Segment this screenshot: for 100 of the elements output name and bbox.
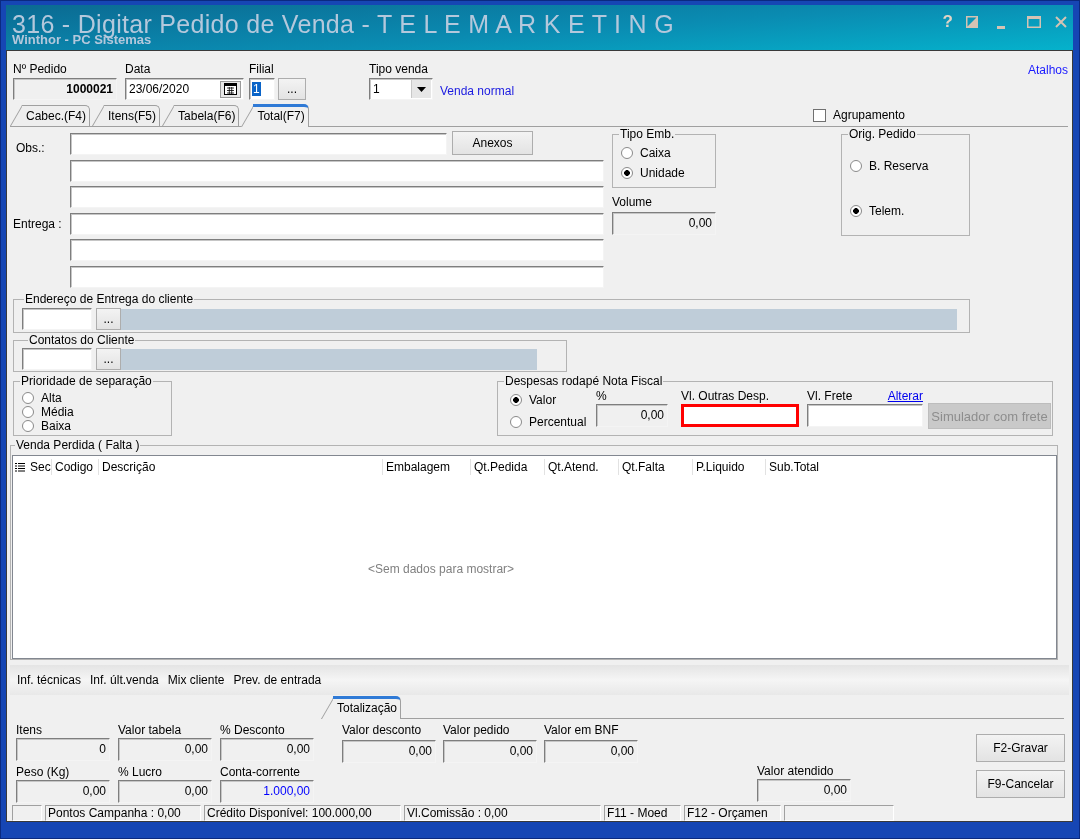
radio-option[interactable]: Caixa [621,143,671,163]
group-title: Venda Perdida ( Falta ) [15,439,141,452]
field-label: Conta-corrente [220,766,302,779]
obs-field[interactable] [70,186,604,208]
order-number-field[interactable]: 1000021 [13,78,117,100]
action-button[interactable]: F9-Cancelar [976,770,1065,798]
branch-field[interactable]: 1 [249,78,275,100]
calendar-icon [224,83,237,95]
tab[interactable]: Cabec.(F4) [10,105,91,126]
empty-message: <Sem dados para mostrar> [368,562,515,576]
percent-field[interactable]: 0,00 [596,404,668,427]
status-panel: Crédito Disponível: 100.000,00 [204,805,401,821]
total-field[interactable]: 0,00 [757,779,851,802]
code-field[interactable] [22,308,92,330]
delivery-field[interactable] [70,212,604,235]
tab[interactable]: Tabela(F6) [162,105,240,126]
info-link[interactable]: Mix cliente [167,673,225,687]
lookup-button[interactable]: ... [278,78,306,100]
list-icon[interactable] [15,462,25,472]
radio-option[interactable]: Baixa [22,419,72,433]
field-label: Valor pedido [443,724,511,737]
delivery-field[interactable] [70,239,604,261]
field-label: Filial [249,62,274,76]
tab[interactable]: Total(F7) [241,104,309,127]
field-label: Valor em BNF [544,724,620,737]
attachments-button[interactable]: Anexos [452,131,533,155]
field-label: Tipo venda [369,62,428,76]
field-label: Nº Pedido [13,62,67,76]
field-label: Valor desconto [342,724,423,737]
volume-field[interactable]: 0,00 [612,212,716,235]
field-label: Obs.: [15,141,46,155]
tab[interactable]: Itens(F5) [92,105,161,126]
column-header[interactable]: Embalagem [383,459,471,475]
field-label: % [596,390,608,403]
total-field[interactable]: 0,00 [16,780,110,803]
radio-option[interactable]: Unidade [621,163,685,183]
caret-icon [417,86,426,92]
lookup-button[interactable]: ... [96,348,121,370]
delivery-field[interactable] [70,265,604,288]
group-title: Orig. Pedido [848,128,917,141]
obs-field[interactable] [70,133,447,155]
total-field[interactable]: 0,00 [443,740,537,763]
total-field[interactable]: 0,00 [544,740,638,763]
column-header[interactable]: Qt.Falta [619,459,693,475]
total-field[interactable]: 0,00 [118,780,212,803]
radio-option[interactable]: Alta [22,391,62,405]
field-label: Data [125,62,151,76]
field-label: % Desconto [220,724,286,737]
radio-option[interactable]: B. Reserva [850,156,929,176]
change-link[interactable]: Alterar [887,390,923,403]
total-field[interactable]: 0 [16,738,110,761]
radio-option[interactable]: Média [22,405,74,419]
dropdown-button[interactable] [411,80,431,98]
selected-value: 1 [252,82,261,96]
status-panel [12,805,42,821]
column-header[interactable]: Qt.Pedida [471,459,545,475]
field-label: Valor atendido [757,765,835,778]
total-field[interactable]: 1.000,00 [220,780,314,803]
field-label: % Lucro [118,766,164,779]
column-header[interactable]: Qt.Atend. [545,459,619,475]
column-header[interactable]: P.Liquido [693,459,766,475]
status-panel: F12 - Orçamen [684,805,781,821]
group-title: Tipo Emb. [619,128,676,141]
action-button[interactable]: F2-Gravar [976,734,1065,762]
sale-type-dropdown[interactable]: 1 [369,78,433,100]
total-field[interactable]: 0,00 [118,738,212,761]
field-label: Entrega : [13,216,63,231]
column-header[interactable]: Codigo [52,459,99,475]
code-field[interactable] [22,348,92,370]
column-header[interactable]: Sub.Total [766,459,840,475]
other-expenses-field[interactable] [681,404,799,427]
field-label: Peso (Kg) [16,766,71,779]
freight-field[interactable] [807,404,923,427]
obs-field[interactable] [70,159,604,182]
field-label: Vl. Outras Desp. [681,390,771,403]
tab[interactable]: Totalização [321,696,402,719]
radio-option[interactable]: Valor [510,392,557,408]
group-title: Endereço de Entrega do cliente [24,293,195,306]
column-header[interactable]: Sec [27,459,52,475]
radio-option[interactable]: Telem. [850,201,905,221]
group-title: Prioridade de separação [20,375,153,388]
sale-type-description: Venda normal [440,84,515,98]
radio-option[interactable]: Percentual [510,414,587,430]
lookup-button[interactable]: ... [96,308,121,330]
info-link[interactable]: Prev. de entrada [233,673,322,687]
total-field[interactable]: 0,00 [342,740,436,763]
info-link[interactable]: Inf. últ.venda [90,673,159,687]
date-field[interactable]: 23/06/2020 [125,78,244,100]
grouping-checkbox[interactable]: Agrupamento [812,108,905,122]
total-field[interactable]: 0,00 [220,738,314,761]
status-panel: F11 - Moed [604,805,681,821]
group-title: Contatos do Cliente [28,334,136,347]
field-label: Vl. Frete [807,390,853,403]
field-label: Volume [612,196,653,208]
column-header[interactable]: Descrição [99,459,383,475]
field-label: Itens [16,724,43,737]
shortcuts-link[interactable]: Atalhos [1027,62,1068,77]
calendar-button[interactable] [220,80,241,98]
status-panel: Pontos Campanha : 0,00 [45,805,201,821]
info-link[interactable]: Inf. técnicas [17,673,82,687]
